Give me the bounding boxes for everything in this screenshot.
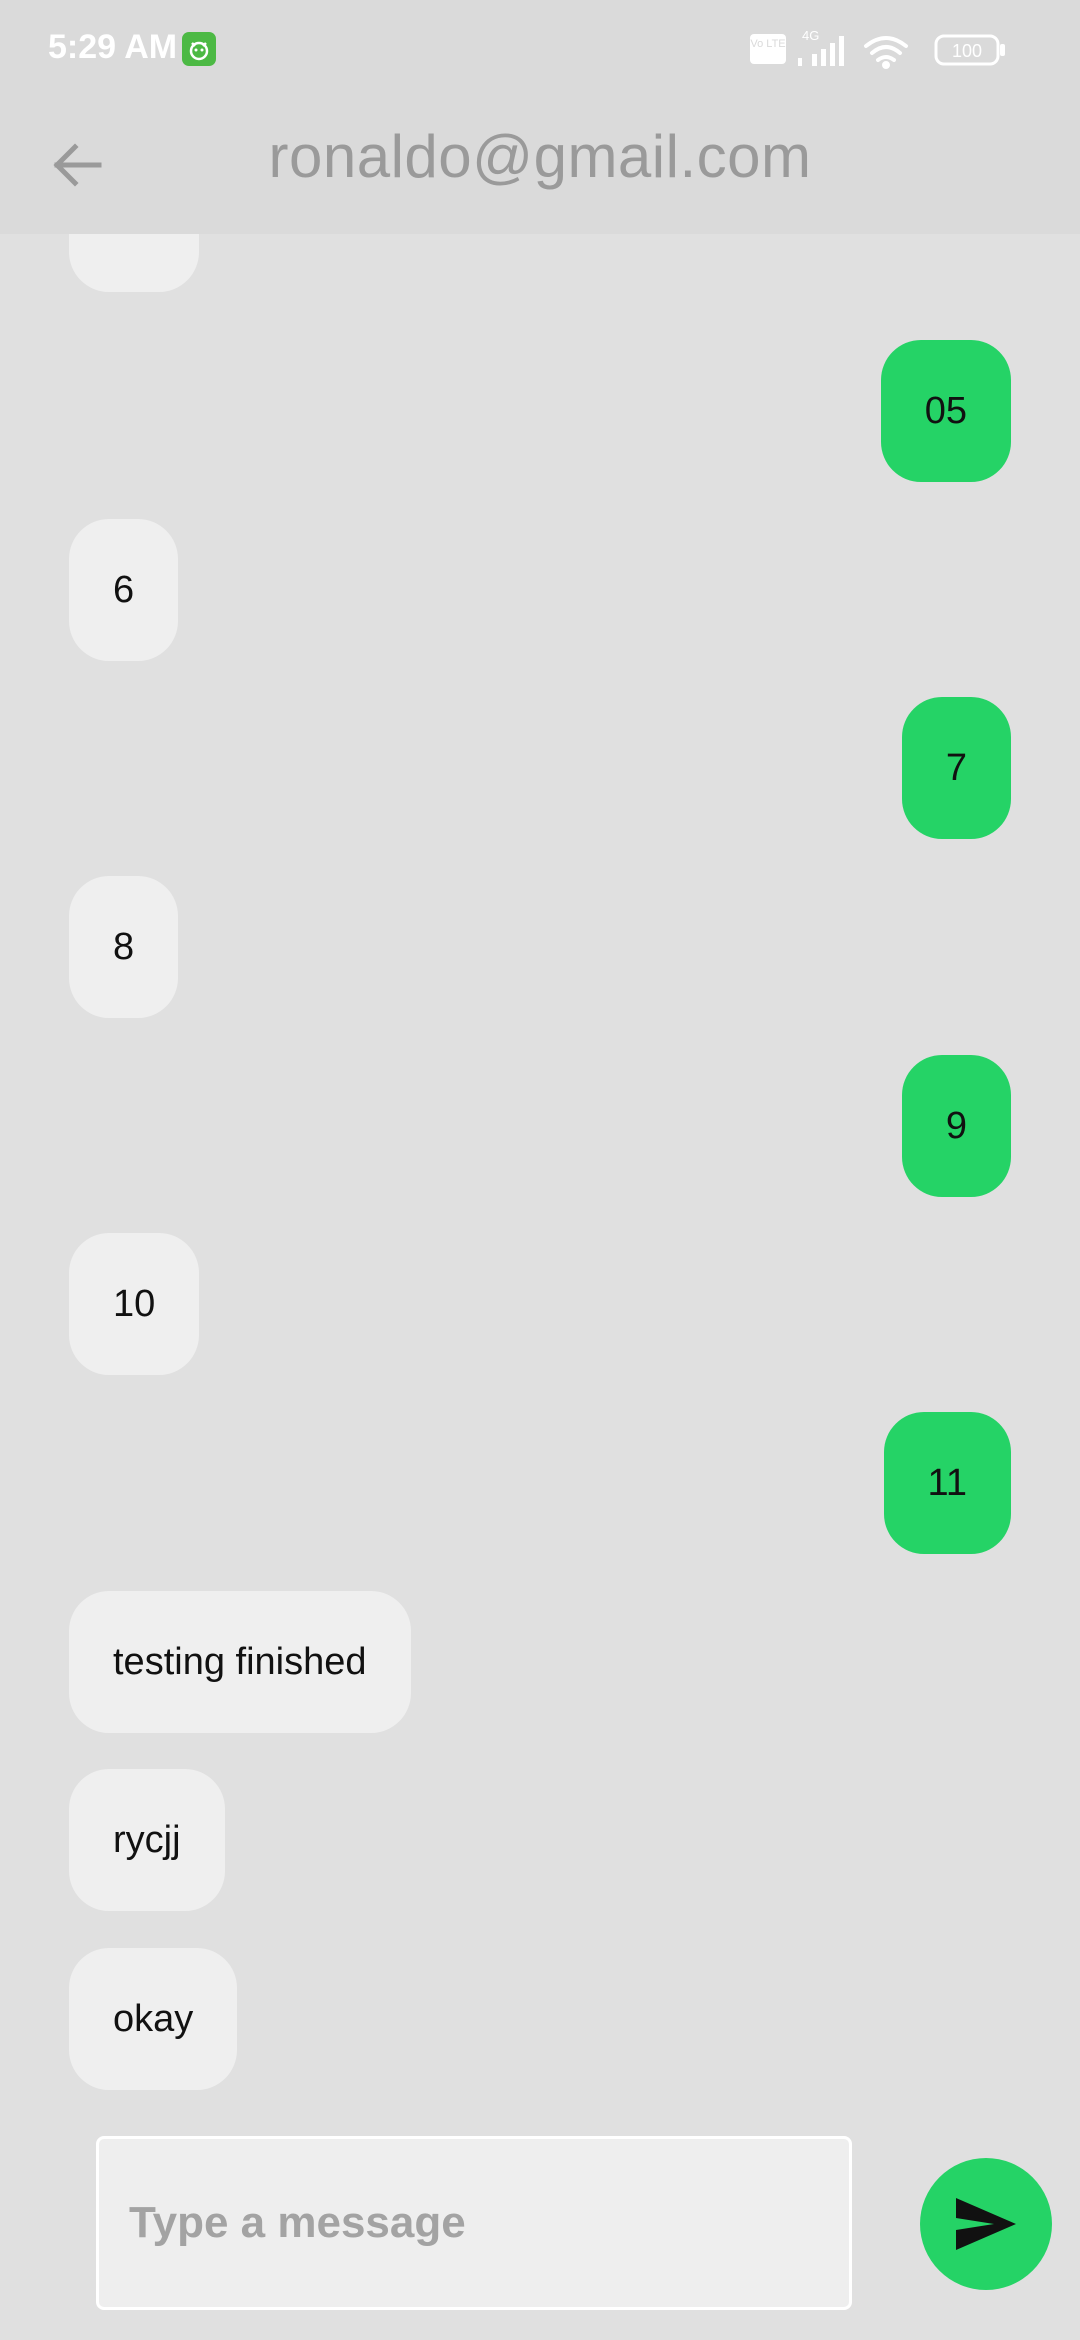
battery-level: 100: [952, 41, 982, 61]
status-bar: 5:29 AM Vo LTE 4G 100: [0, 0, 1080, 100]
volte-label: Vo LTE: [750, 38, 785, 50]
send-button[interactable]: [920, 2158, 1052, 2290]
message-list[interactable]: 04 05 6 7 8 9 10 11 testing finished ryc…: [0, 234, 1080, 2104]
message-bubble-sent: 7: [901, 697, 1011, 839]
app-bar: ronaldo@gmail.com: [0, 100, 1080, 234]
message-input[interactable]: [99, 2139, 849, 2307]
message-bubble-sent: 05: [880, 340, 1011, 482]
message-composer: [96, 2136, 852, 2310]
message-bubble-received: rycjj: [69, 1769, 225, 1911]
message-bubble-received: 04: [69, 234, 200, 292]
status-time: 5:29 AM: [48, 28, 178, 66]
message-bubble-sent: 9: [901, 1055, 1011, 1197]
send-icon: [956, 2198, 1016, 2250]
volte-icon: Vo LTE: [750, 34, 786, 64]
message-bubble-received: okay: [69, 1948, 238, 2090]
message-bubble-received: testing finished: [69, 1591, 411, 1733]
app-notification-icon: [182, 32, 216, 66]
chat-title: ronaldo@gmail.com: [268, 123, 812, 190]
signal-icon: 4G: [798, 28, 844, 66]
message-bubble-sent: 11: [883, 1412, 1011, 1554]
status-icons: Vo LTE 4G 100: [750, 28, 1040, 72]
message-bubble-received: 6: [69, 519, 179, 661]
message-bubble-received: 10: [69, 1233, 200, 1375]
wifi-icon: [864, 36, 908, 69]
message-bubble-received: 8: [69, 876, 179, 1018]
network-type: 4G: [802, 28, 819, 43]
battery-icon: 100: [934, 34, 1005, 66]
